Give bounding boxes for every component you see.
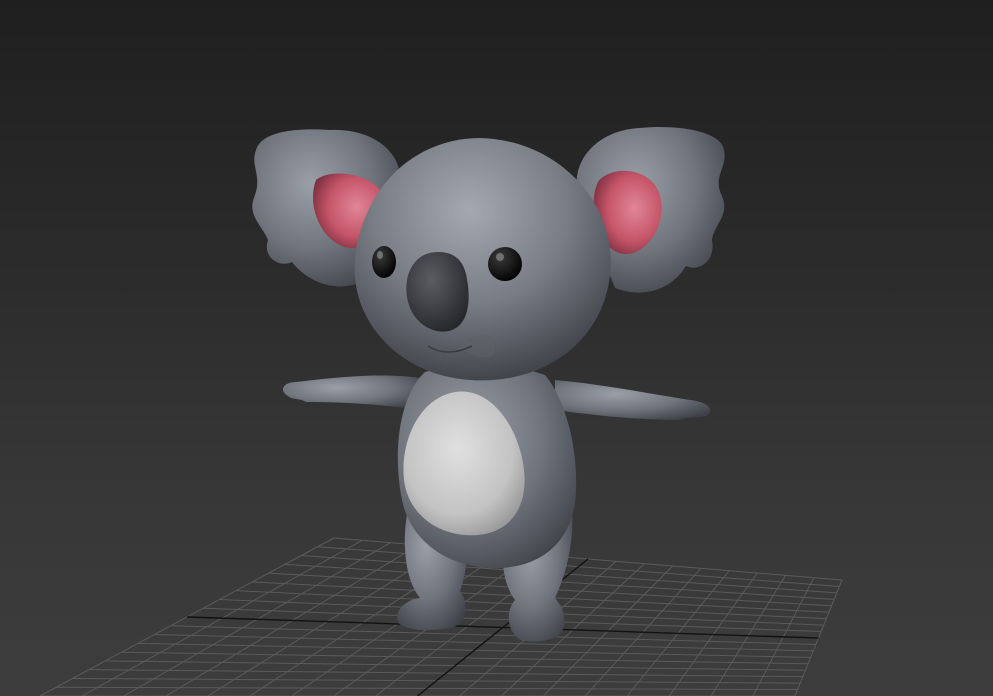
right-arm[interactable] [555, 380, 711, 420]
left-arm[interactable] [282, 375, 420, 410]
torso[interactable] [397, 364, 577, 569]
3d-viewport[interactable] [0, 0, 993, 696]
right-eye [488, 247, 522, 281]
viewport-scene[interactable] [0, 0, 993, 696]
left-eye [372, 246, 396, 278]
